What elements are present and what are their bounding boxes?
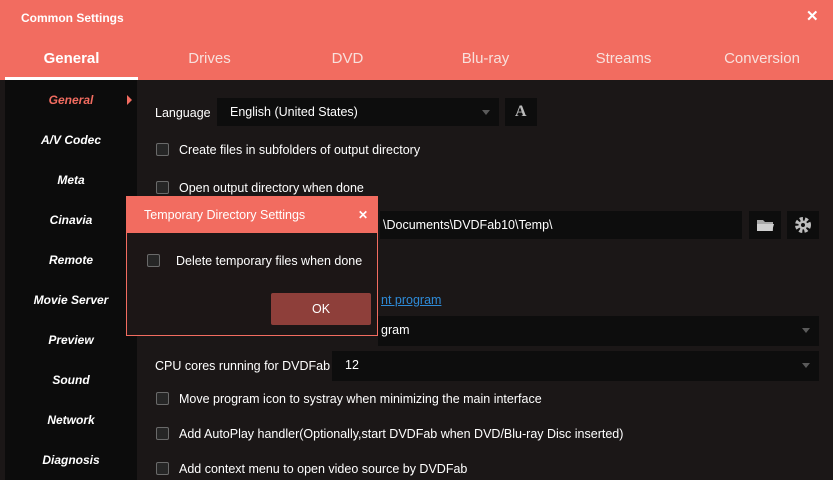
context-menu-checkbox[interactable] [156, 462, 169, 475]
chevron-down-icon [482, 110, 490, 115]
program-value: gram [381, 323, 410, 337]
open-output-label: Open output directory when done [179, 181, 364, 195]
sidebar-item-cinavia[interactable]: Cinavia [5, 200, 137, 240]
language-select[interactable]: English (United States) [217, 98, 499, 126]
cpu-cores-select[interactable]: 12 [332, 351, 819, 381]
systray-checkbox[interactable] [156, 392, 169, 405]
close-icon[interactable]: ✕ [806, 7, 819, 25]
dialog-header: Temporary Directory Settings ✕ [127, 197, 377, 233]
program-select[interactable]: gram [378, 316, 819, 346]
sidebar-item-preview[interactable]: Preview [5, 320, 137, 360]
open-output-checkbox[interactable] [156, 181, 169, 194]
sidebar-item-label: General [48, 93, 94, 107]
temp-settings-button[interactable] [787, 211, 819, 239]
browse-folder-button[interactable] [749, 211, 781, 239]
context-menu-label: Add context menu to open video source by… [179, 462, 468, 476]
temp-directory-field[interactable]: \Documents\DVDFab10\Temp\ [380, 211, 742, 239]
font-button[interactable]: A [505, 98, 537, 126]
title-bar: Common Settings ✕ [0, 0, 833, 36]
font-icon: A [515, 103, 527, 120]
tab-conversion[interactable]: Conversion [695, 50, 829, 80]
delete-temp-checkbox[interactable] [147, 254, 160, 267]
gear-icon [795, 217, 811, 233]
tab-dvd[interactable]: DVD [281, 50, 414, 80]
sidebar-item-remote[interactable]: Remote [5, 240, 137, 280]
tab-general[interactable]: General [5, 50, 138, 80]
subfolders-checkbox[interactable] [156, 143, 169, 156]
subfolders-label: Create files in subfolders of output dir… [179, 143, 421, 157]
window-title: Common Settings [21, 11, 124, 25]
tab-bar: General Drives DVD Blu-ray Streams Conve… [0, 36, 833, 80]
program-link[interactable]: nt program [381, 293, 441, 307]
sidebar-item-meta[interactable]: Meta [5, 160, 137, 200]
sidebar-item-movie-server[interactable]: Movie Server [5, 280, 137, 320]
folder-icon [757, 220, 774, 231]
close-icon[interactable]: ✕ [358, 208, 368, 222]
tab-bluray[interactable]: Blu-ray [419, 50, 552, 80]
autoplay-label: Add AutoPlay handler(Optionally,start DV… [179, 427, 624, 441]
tab-drives[interactable]: Drives [143, 50, 276, 80]
sidebar-item-network[interactable]: Network [5, 400, 137, 440]
autoplay-checkbox[interactable] [156, 427, 169, 440]
sidebar-item-av-codec[interactable]: A/V Codec [5, 120, 137, 160]
dialog-title: Temporary Directory Settings [144, 208, 306, 222]
sidebar-item-sound[interactable]: Sound [5, 360, 137, 400]
chevron-down-icon [802, 328, 810, 333]
tab-streams[interactable]: Streams [557, 50, 690, 80]
language-label: Language [155, 106, 211, 120]
chevron-right-icon [127, 95, 132, 105]
temp-path-value: \Documents\DVDFab10\Temp\ [383, 218, 553, 232]
cpu-cores-label: CPU cores running for DVDFab [155, 359, 331, 373]
temp-directory-dialog: Temporary Directory Settings ✕ Delete te… [126, 196, 378, 336]
language-value: English (United States) [230, 105, 358, 119]
chevron-down-icon [802, 363, 810, 368]
sidebar-item-general[interactable]: General [5, 80, 137, 120]
sidebar: General A/V Codec Meta Cinavia Remote Mo… [5, 80, 137, 480]
ok-button[interactable]: OK [271, 293, 371, 325]
systray-label: Move program icon to systray when minimi… [179, 392, 542, 406]
sidebar-item-diagnosis[interactable]: Diagnosis [5, 440, 137, 480]
delete-temp-label: Delete temporary files when done [176, 254, 363, 268]
cpu-cores-value: 12 [345, 358, 359, 372]
